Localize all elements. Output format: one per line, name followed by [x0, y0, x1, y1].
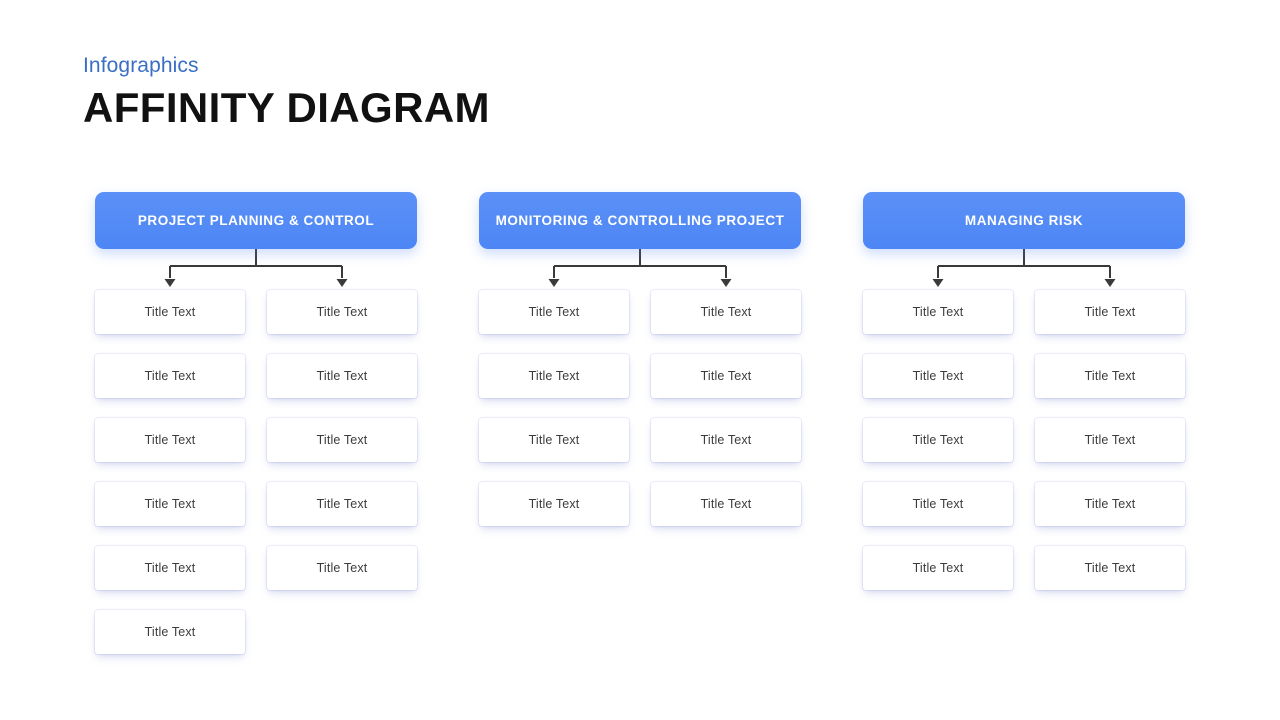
- slide-header: Infographics AFFINITY DIAGRAM: [83, 52, 490, 134]
- group-header-label: MONITORING & CONTROLLING PROJECT: [495, 213, 785, 228]
- title-card-label: Title Text: [912, 305, 964, 319]
- title-card[interactable]: Title Text: [267, 418, 417, 462]
- title-card[interactable]: Title Text: [479, 418, 629, 462]
- title-card[interactable]: Title Text: [479, 482, 629, 526]
- title-card-label: Title Text: [700, 369, 752, 383]
- title-card-label: Title Text: [912, 369, 964, 383]
- title-card-label: Title Text: [316, 433, 368, 447]
- title-card[interactable]: Title Text: [479, 354, 629, 398]
- title-card-label: Title Text: [144, 433, 196, 447]
- affinity-column-managing-risk: MANAGING RISK Title Text Title Text Title T…: [863, 192, 1185, 654]
- title-card[interactable]: Title Text: [95, 418, 245, 462]
- title-card-label: Title Text: [528, 369, 580, 383]
- card-column-right: Title Text Title Text Title Text Title Text…: [1035, 290, 1185, 590]
- title-card-label: Title Text: [528, 433, 580, 447]
- title-card[interactable]: Title Text: [95, 610, 245, 654]
- title-card-label: Title Text: [912, 433, 964, 447]
- slide-canvas: Infographics AFFINITY DIAGRAM PROJECT PL…: [0, 0, 1280, 720]
- affinity-column-monitoring-controlling-project: MONITORING & CONTROLLING PROJECT Title Te…: [479, 192, 801, 654]
- title-card[interactable]: Title Text: [1035, 482, 1185, 526]
- title-card[interactable]: Title Text: [267, 290, 417, 334]
- title-card-label: Title Text: [912, 497, 964, 511]
- title-card-label: Title Text: [528, 497, 580, 511]
- group-header-label: PROJECT PLANNING & CONTROL: [137, 213, 375, 228]
- title-card-label: Title Text: [700, 305, 752, 319]
- title-card[interactable]: Title Text: [651, 482, 801, 526]
- branch-connector-icon: [164, 249, 348, 287]
- title-card[interactable]: Title Text: [1035, 290, 1185, 334]
- card-column-left: Title Text Title Text Title Text Title Text…: [863, 290, 1013, 590]
- title-card[interactable]: Title Text: [267, 482, 417, 526]
- title-card[interactable]: Title Text: [479, 290, 629, 334]
- title-card-label: Title Text: [316, 497, 368, 511]
- card-grid: Title Text Title Text Title Text Title Text…: [95, 290, 417, 654]
- card-column-left: Title Text Title Text Title Text Title Text: [479, 290, 629, 526]
- group-header-label: MANAGING RISK: [964, 213, 1084, 228]
- title-card-label: Title Text: [144, 625, 196, 639]
- affinity-columns: PROJECT PLANNING & CONTROL Title Text Titl…: [95, 192, 1185, 654]
- title-card[interactable]: Title Text: [651, 418, 801, 462]
- title-card[interactable]: Title Text: [1035, 418, 1185, 462]
- title-card[interactable]: Title Text: [1035, 354, 1185, 398]
- group-header-project-planning-control[interactable]: PROJECT PLANNING & CONTROL: [95, 192, 417, 249]
- title-card-label: Title Text: [1084, 369, 1136, 383]
- title-card-label: Title Text: [1084, 561, 1136, 575]
- title-card-label: Title Text: [1084, 433, 1136, 447]
- title-card-label: Title Text: [144, 497, 196, 511]
- title-card[interactable]: Title Text: [267, 354, 417, 398]
- title-card-label: Title Text: [144, 369, 196, 383]
- title-card-label: Title Text: [700, 433, 752, 447]
- title-card-label: Title Text: [528, 305, 580, 319]
- title-card-label: Title Text: [316, 305, 368, 319]
- group-header-managing-risk[interactable]: MANAGING RISK: [863, 192, 1185, 249]
- title-card-label: Title Text: [1084, 497, 1136, 511]
- title-card-label: Title Text: [144, 305, 196, 319]
- card-grid: Title Text Title Text Title Text Title Text…: [863, 290, 1185, 590]
- branch-connector-icon: [548, 249, 732, 287]
- page-title: AFFINITY DIAGRAM: [83, 84, 490, 131]
- title-card[interactable]: Title Text: [95, 546, 245, 590]
- title-card[interactable]: Title Text: [95, 290, 245, 334]
- title-card[interactable]: Title Text: [651, 290, 801, 334]
- title-card[interactable]: Title Text: [95, 354, 245, 398]
- group-header-monitoring-controlling-project[interactable]: MONITORING & CONTROLLING PROJECT: [479, 192, 801, 249]
- card-column-right: Title Text Title Text Title Text Title Text…: [267, 290, 417, 654]
- title-card[interactable]: Title Text: [863, 482, 1013, 526]
- card-column-left: Title Text Title Text Title Text Title Text…: [95, 290, 245, 654]
- title-card[interactable]: Title Text: [651, 354, 801, 398]
- card-column-right: Title Text Title Text Title Text Title Text: [651, 290, 801, 526]
- card-grid: Title Text Title Text Title Text Title Text…: [479, 290, 801, 526]
- title-card[interactable]: Title Text: [863, 354, 1013, 398]
- title-card[interactable]: Title Text: [863, 546, 1013, 590]
- title-card-label: Title Text: [912, 561, 964, 575]
- title-card-label: Title Text: [316, 561, 368, 575]
- title-card-label: Title Text: [700, 497, 752, 511]
- title-card-label: Title Text: [316, 369, 368, 383]
- title-card[interactable]: Title Text: [863, 290, 1013, 334]
- branch-connector-icon: [932, 249, 1116, 287]
- title-card-label: Title Text: [1084, 305, 1136, 319]
- title-card[interactable]: Title Text: [863, 418, 1013, 462]
- title-card[interactable]: Title Text: [1035, 546, 1185, 590]
- title-card[interactable]: Title Text: [267, 546, 417, 590]
- title-card-label: Title Text: [144, 561, 196, 575]
- eyebrow-label: Infographics: [83, 54, 199, 77]
- title-card[interactable]: Title Text: [95, 482, 245, 526]
- affinity-column-project-planning-control: PROJECT PLANNING & CONTROL Title Text Titl…: [95, 192, 417, 654]
